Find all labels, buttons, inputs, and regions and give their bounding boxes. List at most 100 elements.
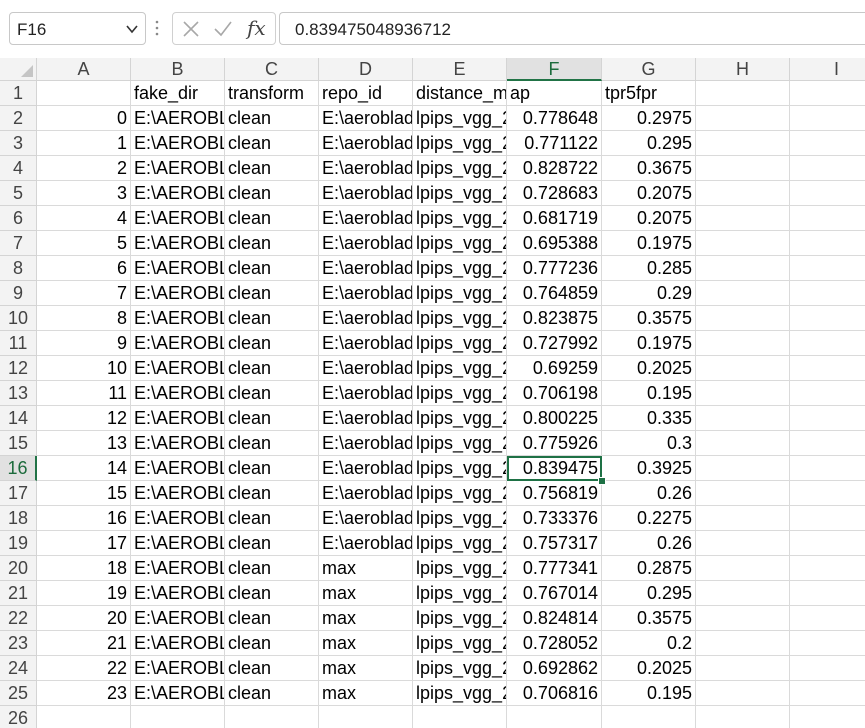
cell-i6[interactable] xyxy=(790,206,865,231)
row-header[interactable]: 1 xyxy=(0,81,37,106)
cell-g16[interactable]: 0.3925 xyxy=(602,456,696,481)
cell-a14[interactable]: 12 xyxy=(37,406,131,431)
cell-c22[interactable]: clean xyxy=(225,606,319,631)
cell-b18[interactable]: E:\AEROBLADE xyxy=(131,506,225,531)
function-icon[interactable]: fx xyxy=(247,16,266,40)
cell-b11[interactable]: E:\AEROBLADE xyxy=(131,331,225,356)
cell-b23[interactable]: E:\AEROBLADE xyxy=(131,631,225,656)
cell-i25[interactable] xyxy=(790,681,865,706)
cell-h21[interactable] xyxy=(696,581,790,606)
cell-f3[interactable]: 0.771122 xyxy=(507,131,602,156)
cell-h2[interactable] xyxy=(696,106,790,131)
cell-i13[interactable] xyxy=(790,381,865,406)
cell-b7[interactable]: E:\AEROBLADE xyxy=(131,231,225,256)
cell-h6[interactable] xyxy=(696,206,790,231)
cell-b14[interactable]: E:\AEROBLADE xyxy=(131,406,225,431)
cell-f13[interactable]: 0.706198 xyxy=(507,381,602,406)
cell-g17[interactable]: 0.26 xyxy=(602,481,696,506)
cell-h1[interactable] xyxy=(696,81,790,106)
cell-f6[interactable]: 0.681719 xyxy=(507,206,602,231)
cell-a15[interactable]: 13 xyxy=(37,431,131,456)
name-box[interactable]: F16 xyxy=(9,12,146,45)
row-header[interactable]: 16 xyxy=(0,456,37,481)
cell-e16[interactable]: lpips_vgg_2 xyxy=(413,456,507,481)
cell-e11[interactable]: lpips_vgg_2 xyxy=(413,331,507,356)
cell-a11[interactable]: 9 xyxy=(37,331,131,356)
cell-d26[interactable] xyxy=(319,706,413,728)
cell-e9[interactable]: lpips_vgg_2 xyxy=(413,281,507,306)
cell-f9[interactable]: 0.764859 xyxy=(507,281,602,306)
cell-d11[interactable]: E:\aerobladecache xyxy=(319,331,413,356)
cell-i14[interactable] xyxy=(790,406,865,431)
cell-f23[interactable]: 0.728052 xyxy=(507,631,602,656)
cell-g18[interactable]: 0.2275 xyxy=(602,506,696,531)
fill-handle[interactable] xyxy=(598,477,606,485)
cell-g4[interactable]: 0.3675 xyxy=(602,156,696,181)
cell-i12[interactable] xyxy=(790,356,865,381)
cell-b16[interactable]: E:\AEROBLADE xyxy=(131,456,225,481)
cell-f19[interactable]: 0.757317 xyxy=(507,531,602,556)
cell-f7[interactable]: 0.695388 xyxy=(507,231,602,256)
cell-i7[interactable] xyxy=(790,231,865,256)
cell-g23[interactable]: 0.2 xyxy=(602,631,696,656)
cell-g14[interactable]: 0.335 xyxy=(602,406,696,431)
cell-d24[interactable]: max xyxy=(319,656,413,681)
cell-a25[interactable]: 23 xyxy=(37,681,131,706)
cell-g3[interactable]: 0.295 xyxy=(602,131,696,156)
cell-f26[interactable] xyxy=(507,706,602,728)
cell-f15[interactable]: 0.775926 xyxy=(507,431,602,456)
row-header[interactable]: 7 xyxy=(0,231,37,256)
cell-h5[interactable] xyxy=(696,181,790,206)
cell-i17[interactable] xyxy=(790,481,865,506)
cell-c2[interactable]: clean xyxy=(225,106,319,131)
cell-h3[interactable] xyxy=(696,131,790,156)
cell-g25[interactable]: 0.195 xyxy=(602,681,696,706)
cell-g7[interactable]: 0.1975 xyxy=(602,231,696,256)
cell-a7[interactable]: 5 xyxy=(37,231,131,256)
cell-i10[interactable] xyxy=(790,306,865,331)
cell-c21[interactable]: clean xyxy=(225,581,319,606)
row-header[interactable]: 22 xyxy=(0,606,37,631)
cell-h9[interactable] xyxy=(696,281,790,306)
cell-d19[interactable]: E:\aerobladecache xyxy=(319,531,413,556)
cell-g26[interactable] xyxy=(602,706,696,728)
row-header[interactable]: 13 xyxy=(0,381,37,406)
cell-i24[interactable] xyxy=(790,656,865,681)
cell-e6[interactable]: lpips_vgg_2 xyxy=(413,206,507,231)
cell-i8[interactable] xyxy=(790,256,865,281)
cell-h12[interactable] xyxy=(696,356,790,381)
cell-a16[interactable]: 14 xyxy=(37,456,131,481)
column-header-d[interactable]: D xyxy=(319,58,413,81)
cell-f25[interactable]: 0.706816 xyxy=(507,681,602,706)
cell-i20[interactable] xyxy=(790,556,865,581)
cell-c19[interactable]: clean xyxy=(225,531,319,556)
cell-c24[interactable]: clean xyxy=(225,656,319,681)
cell-c8[interactable]: clean xyxy=(225,256,319,281)
cell-c5[interactable]: clean xyxy=(225,181,319,206)
cell-a6[interactable]: 4 xyxy=(37,206,131,231)
cell-b19[interactable]: E:\AEROBLADE xyxy=(131,531,225,556)
cell-i19[interactable] xyxy=(790,531,865,556)
column-header-g[interactable]: G xyxy=(602,58,696,81)
cell-g22[interactable]: 0.3575 xyxy=(602,606,696,631)
row-header[interactable]: 14 xyxy=(0,406,37,431)
cell-e1[interactable]: distance_mode xyxy=(413,81,507,106)
cell-a20[interactable]: 18 xyxy=(37,556,131,581)
cell-f16[interactable]: 0.839475 xyxy=(507,456,602,481)
cell-i21[interactable] xyxy=(790,581,865,606)
cell-c7[interactable]: clean xyxy=(225,231,319,256)
cell-c6[interactable]: clean xyxy=(225,206,319,231)
row-header[interactable]: 23 xyxy=(0,631,37,656)
row-header[interactable]: 3 xyxy=(0,131,37,156)
cell-f22[interactable]: 0.824814 xyxy=(507,606,602,631)
cell-d2[interactable]: E:\aerobladecache xyxy=(319,106,413,131)
cell-d22[interactable]: max xyxy=(319,606,413,631)
row-header[interactable]: 12 xyxy=(0,356,37,381)
cell-c11[interactable]: clean xyxy=(225,331,319,356)
cell-d17[interactable]: E:\aerobladecache xyxy=(319,481,413,506)
cell-g1[interactable]: tpr5fpr xyxy=(602,81,696,106)
cell-c3[interactable]: clean xyxy=(225,131,319,156)
cell-f5[interactable]: 0.728683 xyxy=(507,181,602,206)
cell-i3[interactable] xyxy=(790,131,865,156)
row-header[interactable]: 25 xyxy=(0,681,37,706)
